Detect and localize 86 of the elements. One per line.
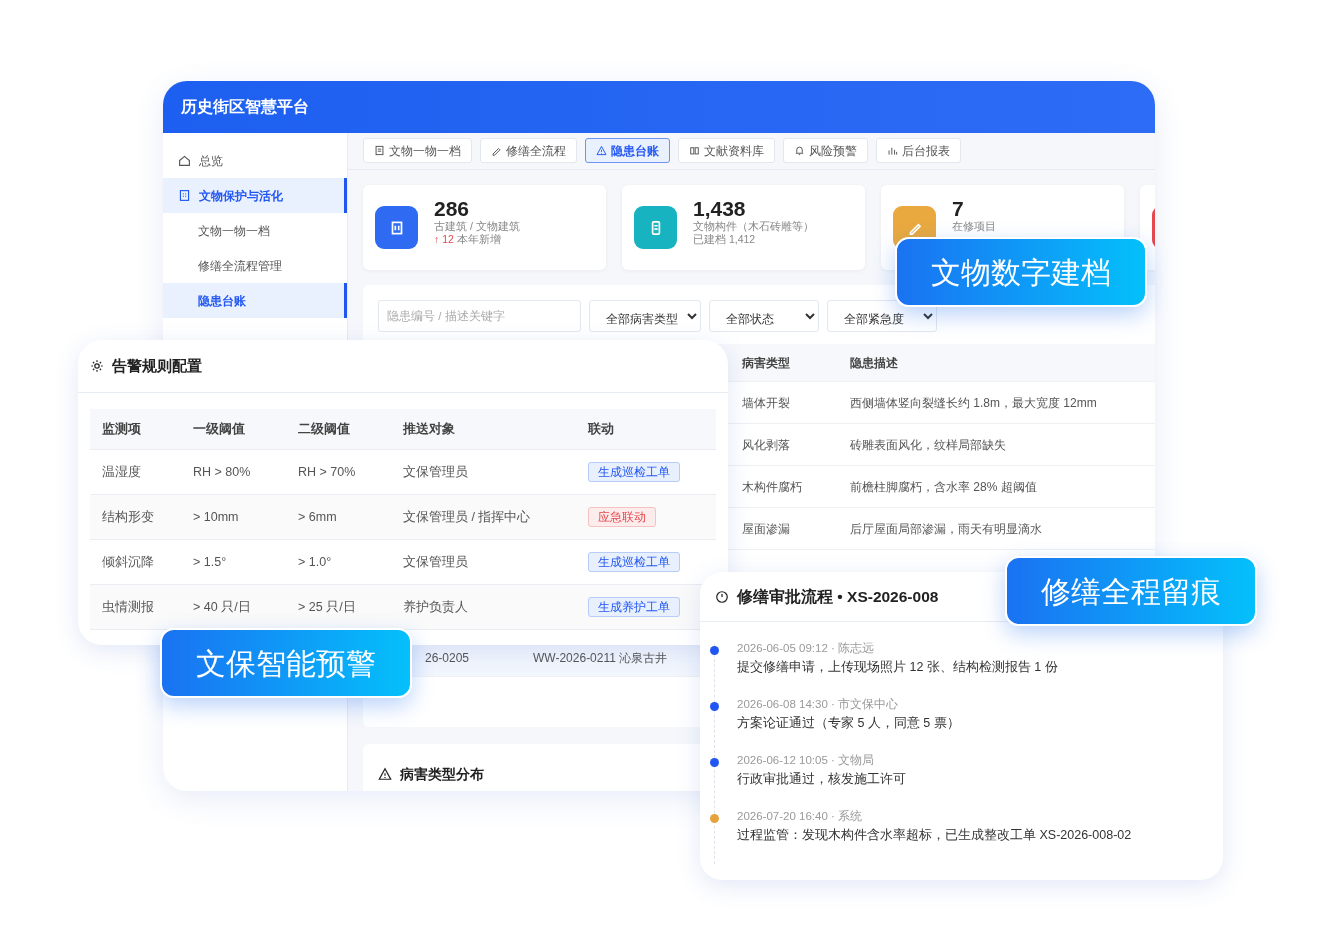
panel-title: 修缮审批流程 • XS-2026-008 xyxy=(737,586,939,607)
sidebar-item[interactable]: 文物一物一档 xyxy=(163,213,347,248)
stat-label: 文物构件（木石砖雕等） xyxy=(693,220,814,233)
table-cell-text: 虫情测报 xyxy=(101,598,155,616)
table-cell-text: 倾斜沉降 xyxy=(101,553,155,571)
table-cell-text: RH > 70% xyxy=(297,463,357,481)
column-header: 病害类型 xyxy=(741,354,791,372)
warning-icon xyxy=(378,767,392,781)
sidebar-item[interactable]: 文物保护与活化 xyxy=(163,178,347,213)
table-cell-text: 西侧墙体竖向裂缝长约 1.8m，最大宽度 12mm xyxy=(849,394,1097,412)
stat-trend: ↑ 12 本年新增 xyxy=(434,233,502,246)
table-cell-text: 文保管理员 xyxy=(402,553,469,571)
building-icon xyxy=(178,189,191,202)
timeline-meta: 2026-06-08 14:30 · 市文保中心 xyxy=(737,697,900,712)
callout-banner: 文保智能预警 xyxy=(160,628,412,698)
stat-label: 古建筑 / 文物建筑 xyxy=(434,220,520,233)
stat-value: 7 xyxy=(952,198,965,220)
column-header: 隐患描述 xyxy=(849,354,898,372)
table-cell-text: > 10mm xyxy=(192,508,240,526)
pencil-icon xyxy=(491,145,502,156)
timeline-text: 提交修缮申请，上传现场照片 12 张、结构检测报告 1 份 xyxy=(737,659,1059,676)
stat-label: 在修项目 xyxy=(952,220,996,233)
action-tag[interactable]: 生成巡检工单 xyxy=(588,551,680,572)
action-tag[interactable]: 应急联动 xyxy=(588,506,656,527)
filter-dropdown[interactable]: 全部状态 xyxy=(709,300,819,332)
stat-value: 1,438 xyxy=(693,198,747,220)
action-tag[interactable]: 生成巡检工单 xyxy=(588,461,680,482)
stat-note: 已建档 1,412 xyxy=(693,233,757,246)
window-title: 历史街区智慧平台 xyxy=(163,81,1155,133)
sidebar-item[interactable]: 隐患台账 xyxy=(163,283,347,318)
timeline-text: 过程监管：发现木构件含水率超标，已生成整改工单 XS-2026-008-02 xyxy=(737,827,1133,844)
table-cell-text: 后厅屋面局部渗漏，雨天有明显滴水 xyxy=(849,520,1042,538)
filter-dropdown[interactable]: 全部病害类型 xyxy=(589,300,701,332)
column-header: 二级阈值 xyxy=(297,420,351,438)
table-cell-text: > 40 只/日 xyxy=(192,598,252,616)
sidebar-item[interactable]: 修缮全流程管理 xyxy=(163,248,347,283)
sidebar-item[interactable]: 总览 xyxy=(163,143,347,178)
table-cell-text: 文保管理员 xyxy=(402,463,469,481)
table-cell-text: 结构形变 xyxy=(101,508,155,526)
bell-icon xyxy=(794,145,805,156)
table-cell-text: 文保管理员 / 指挥中心 xyxy=(402,508,532,526)
tab[interactable]: 文献资料库 xyxy=(678,138,775,163)
table-cell-text: > 6mm xyxy=(297,508,338,526)
table-cell-text: 前檐柱脚腐朽，含水率 28% 超阈值 xyxy=(849,478,1037,496)
timeline-meta: 2026-06-12 10:05 · 文物局 xyxy=(737,753,876,768)
table-cell-text: > 1.5° xyxy=(192,553,228,571)
warning-icon xyxy=(596,145,607,156)
search-field[interactable]: 隐患编号 / 描述关键字 xyxy=(378,300,581,332)
action-tag[interactable]: 生成养护工单 xyxy=(588,596,680,617)
table-cell-text: 木构件腐朽 xyxy=(741,478,803,496)
timeline-meta: 2026-06-05 09:12 · 陈志远 xyxy=(737,641,876,656)
tab[interactable]: 文物一物一档 xyxy=(363,138,472,163)
table-cell-text: > 25 只/日 xyxy=(297,598,357,616)
table-cell-text: 养护负责人 xyxy=(402,598,469,616)
tab[interactable]: 隐患台账 xyxy=(585,138,670,163)
columns-icon xyxy=(689,145,700,156)
tab[interactable]: 风险预警 xyxy=(783,138,868,163)
stat-value: 286 xyxy=(434,198,471,220)
column-header: 联动 xyxy=(587,420,615,438)
bar-chart-icon xyxy=(887,145,898,156)
tab[interactable]: 后台报表 xyxy=(876,138,961,163)
column-header: 推送对象 xyxy=(402,420,456,438)
table-cell-text: 屋面渗漏 xyxy=(741,520,791,538)
sun-icon xyxy=(90,359,104,373)
table-cell-text: 砖雕表面风化，纹样局部缺失 xyxy=(849,436,1006,454)
home-icon xyxy=(178,154,191,167)
document-icon xyxy=(374,145,385,156)
timeline-meta: 2026-07-20 16:40 · 系统 xyxy=(737,809,864,824)
timeline-text: 方案论证通过（专家 5 人，同意 5 票） xyxy=(737,715,961,732)
panel-title: 告警规则配置 xyxy=(112,355,202,376)
tab[interactable]: 修缮全流程 xyxy=(480,138,577,163)
column-header: 监测项 xyxy=(101,420,142,438)
table-cell-text: 26-0205 xyxy=(425,649,471,667)
table-cell-text: RH > 80% xyxy=(192,463,252,481)
power-icon xyxy=(715,589,729,604)
table-cell-text: > 1.0° xyxy=(297,553,333,571)
table-cell-text: WW-2026-0211 沁泉古井 xyxy=(533,649,668,667)
table-cell-text: 温湿度 xyxy=(101,463,142,481)
timeline-text: 行政审批通过，核发施工许可 xyxy=(737,771,907,788)
table-cell-text: 墙体开裂 xyxy=(741,394,791,412)
callout-banner: 文物数字建档 xyxy=(895,237,1147,307)
table-cell-text: 风化剥落 xyxy=(741,436,791,454)
filter-dropdown[interactable]: 全部紧急度 xyxy=(827,300,937,332)
card-title: 病害类型分布 xyxy=(400,764,484,784)
callout-banner: 修缮全程留痕 xyxy=(1005,556,1257,626)
column-header: 一级阈值 xyxy=(192,420,246,438)
